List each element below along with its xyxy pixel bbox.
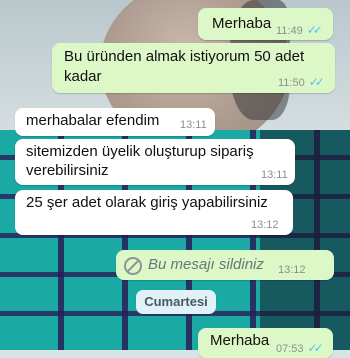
- message-incoming[interactable]: 25 şer adet olarak giriş yapabilirsiniz …: [15, 190, 293, 235]
- message-time: 13:11: [261, 169, 288, 181]
- message-meta: 11:50 ✓✓: [278, 75, 325, 89]
- message-outgoing[interactable]: Merhaba 07:53 ✓✓: [198, 328, 333, 358]
- message-meta: 11:49 ✓✓: [276, 23, 323, 37]
- message-time: 11:50: [278, 77, 305, 89]
- message-text: Merhaba: [210, 332, 270, 349]
- message-text: 25 şer adet olarak giriş yapabilirsiniz: [26, 194, 268, 211]
- message-text: Merhaba: [212, 15, 272, 32]
- message-time: 13:11: [180, 119, 207, 131]
- message-text-line: Bu üründen almak istiyorum 50 adet: [64, 48, 305, 65]
- message-outgoing[interactable]: Merhaba 11:49 ✓✓: [198, 8, 333, 40]
- message-deleted[interactable]: Bu mesajı sildiniz 13:12: [116, 250, 334, 280]
- message-incoming[interactable]: merhabalar efendim 13:11: [15, 108, 215, 136]
- read-ticks-icon: ✓✓: [306, 23, 323, 37]
- message-text-line: verebilirsiniz: [26, 162, 109, 179]
- read-ticks-icon: ✓✓: [307, 341, 324, 355]
- message-time: 11:49: [276, 25, 303, 37]
- message-text-line: kadar: [64, 68, 102, 85]
- message-time: 13:12: [251, 219, 279, 231]
- message-text: merhabalar efendim: [26, 112, 160, 129]
- message-text: Bu mesajı sildiniz: [148, 256, 264, 273]
- date-divider: Cumartesi: [136, 290, 216, 314]
- message-outgoing[interactable]: Bu üründen almak istiyorum 50 adet kadar…: [52, 43, 335, 93]
- message-meta: 07:53 ✓✓: [276, 341, 324, 355]
- message-list[interactable]: Merhaba 11:49 ✓✓ Bu üründen almak istiyor…: [0, 0, 350, 358]
- read-ticks-icon: ✓✓: [308, 75, 325, 89]
- message-time: 07:53: [276, 343, 304, 355]
- message-text-line: sitemizden üyelik oluşturup sipariş: [26, 143, 254, 160]
- message-incoming[interactable]: sitemizden üyelik oluşturup sipariş vere…: [15, 139, 295, 185]
- ban-icon: [124, 257, 142, 275]
- message-time: 13:12: [278, 264, 306, 276]
